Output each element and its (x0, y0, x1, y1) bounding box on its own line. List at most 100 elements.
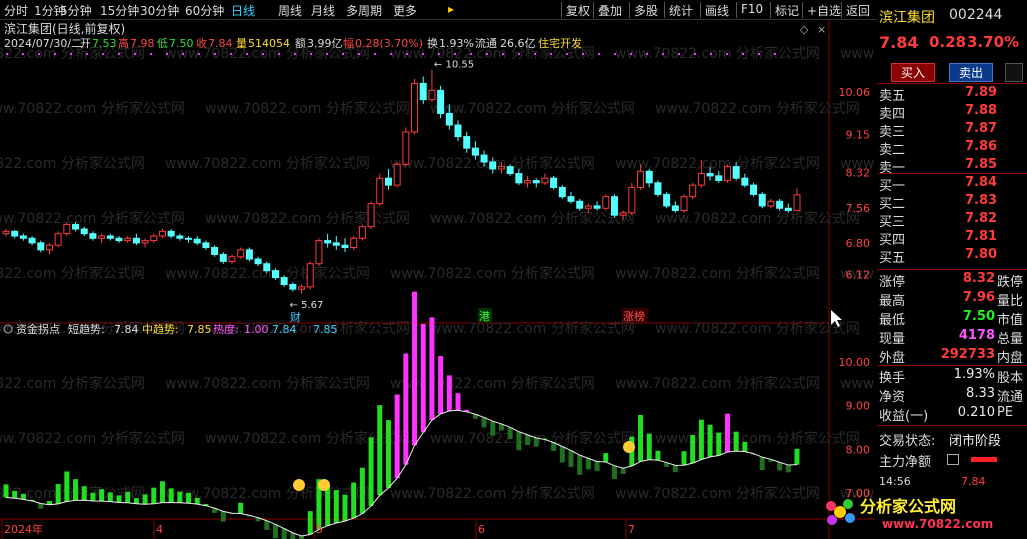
close-icon[interactable]: × (817, 23, 826, 36)
candle-body (697, 173, 705, 186)
flow-bar (420, 323, 426, 433)
book-label: 买二 (879, 197, 906, 212)
flow-bar (655, 450, 661, 461)
list-icon[interactable] (947, 454, 959, 465)
watermark-text: www.70822.com 分析家公式网 (430, 320, 635, 337)
header-field-4: 7.98 (130, 37, 155, 50)
candle-body (11, 230, 19, 237)
candle-body (532, 180, 540, 184)
toolbar-divider (629, 2, 630, 18)
dot-marker (374, 53, 376, 55)
period-tab-0[interactable]: 分时 (4, 2, 28, 19)
diamond-icon[interactable]: ◇ (800, 23, 809, 36)
dot-marker (38, 53, 40, 55)
action-button-5[interactable]: F10 (741, 2, 763, 16)
more-button[interactable] (1005, 63, 1023, 82)
watermark-text: www.70822.com 分析家公式网 (430, 430, 635, 447)
flow-bar (272, 524, 278, 539)
bid-row-5[interactable]: 买一 7.84 (879, 175, 1025, 194)
flow-bar (742, 441, 748, 452)
top-toolbar: 分时 1分钟 5分钟 15分钟 30分钟 60分钟 日线 周线 月线 多周期 更多 ▸ 复权 叠加 多股 统计… (0, 0, 1027, 20)
flow-bar (368, 437, 374, 506)
stat2-label: 收益(一) (879, 409, 929, 424)
watermark-text: www.70822.com 分析家公式网 (430, 210, 635, 227)
period-tab-6[interactable]: 日线 (231, 2, 255, 19)
watermark-text: www.70822.com 分析家公式网 (615, 265, 820, 282)
ask-row-2[interactable]: 卖三 7.87 (879, 121, 1025, 140)
stat2-label: 净资 (879, 390, 906, 405)
flow-bar (55, 484, 61, 504)
book-price: 7.81 (965, 229, 998, 244)
flow-bar (455, 393, 461, 411)
stat2-value: 0.210 (957, 405, 995, 420)
candle-body (89, 233, 97, 239)
action-button-1[interactable]: 叠加 (598, 2, 622, 19)
candle-body (793, 194, 801, 212)
period-tab-4[interactable]: 30分钟 (140, 2, 179, 19)
period-tab-3[interactable]: 15分钟 (100, 2, 139, 19)
action-button-8[interactable]: 返回 (846, 2, 870, 19)
ask-row-0[interactable]: 卖五 7.89 (879, 85, 1025, 104)
action-button-3[interactable]: 统计 (669, 2, 693, 19)
toolbar-divider (561, 2, 562, 18)
stat-label2: 跌停 (997, 275, 1024, 290)
stat2-row-1: 净资 8.33 流通 (879, 386, 1025, 405)
main-flow-label: 主力净额 (879, 455, 932, 470)
flow-bar (516, 431, 522, 451)
indicator-field-1: 短趋势: (68, 322, 105, 336)
panel-divider (877, 425, 1027, 426)
dot-marker (6, 53, 8, 55)
indicator-field-6: 1.00 (244, 323, 269, 336)
period-tab-10[interactable]: 更多 (393, 2, 417, 19)
action-button-0[interactable]: 复权 (566, 2, 590, 19)
stat-value: 8.32 (962, 271, 995, 286)
candle-body (358, 226, 366, 239)
kline-chart[interactable]: www.70822.com 分析家公式网 www.70822.com 分析家公式网… (0, 20, 875, 539)
header-field-8: 7.84 (208, 37, 233, 50)
marker-cai: 财 (290, 310, 301, 324)
period-tab-9[interactable]: 多周期 (346, 2, 382, 19)
dot-marker (70, 53, 72, 55)
candle-body (750, 184, 758, 195)
dot-marker (566, 53, 568, 55)
stat-value: 4178 (958, 328, 995, 343)
period-tab-7[interactable]: 周线 (278, 2, 302, 19)
candle-body (193, 238, 201, 244)
flow-bar (142, 494, 148, 505)
header-field-7: 收 (196, 36, 207, 50)
ask-row-1[interactable]: 卖四 7.88 (879, 103, 1025, 122)
dot-marker (534, 53, 536, 55)
book-label: 买一 (879, 179, 906, 194)
action-button-7[interactable]: +自选 (807, 2, 841, 19)
period-tab-8[interactable]: 月线 (311, 2, 335, 19)
action-button-2[interactable]: 多股 (634, 2, 658, 19)
action-button-6[interactable]: 标记 (775, 2, 799, 19)
bid-row-9[interactable]: 买五 7.80 (879, 247, 1025, 266)
bid-row-7[interactable]: 买三 7.82 (879, 211, 1025, 230)
candle-body (176, 235, 184, 239)
buy-button[interactable]: 买入 (891, 63, 935, 82)
candle-body (480, 154, 488, 163)
action-button-4[interactable]: 画线 (705, 2, 729, 19)
header-field-3: 高 (118, 36, 129, 50)
more-arrow-icon[interactable]: ▸ (448, 2, 454, 16)
candle-body (54, 233, 62, 246)
flow-bar (20, 493, 26, 500)
period-tab-2[interactable]: 5分钟 (60, 2, 92, 19)
period-tab-5[interactable]: 60分钟 (185, 2, 224, 19)
watermark-text: www.70822.com 分析家公式网 (390, 375, 595, 392)
stat-label: 最高 (879, 294, 906, 309)
flow-bar (620, 468, 626, 474)
price-row: 7.84 0.28 3.70% (879, 33, 1025, 55)
sell-button[interactable]: 卖出 (949, 63, 993, 82)
flow-bar (585, 458, 591, 470)
header-field-18: 26.6亿 (500, 37, 536, 50)
stat2-label2: 流通 (997, 390, 1024, 405)
indicator-axis-label: 8.00 (846, 443, 871, 456)
dot-marker (630, 53, 632, 55)
ask-row-3[interactable]: 卖二 7.86 (879, 139, 1025, 158)
stock-title-row: 滨江集团 002244 (879, 7, 1025, 26)
bid-row-8[interactable]: 买四 7.81 (879, 229, 1025, 248)
bid-row-6[interactable]: 买二 7.83 (879, 193, 1025, 212)
indicator-field-4: 7.85 (187, 323, 212, 336)
